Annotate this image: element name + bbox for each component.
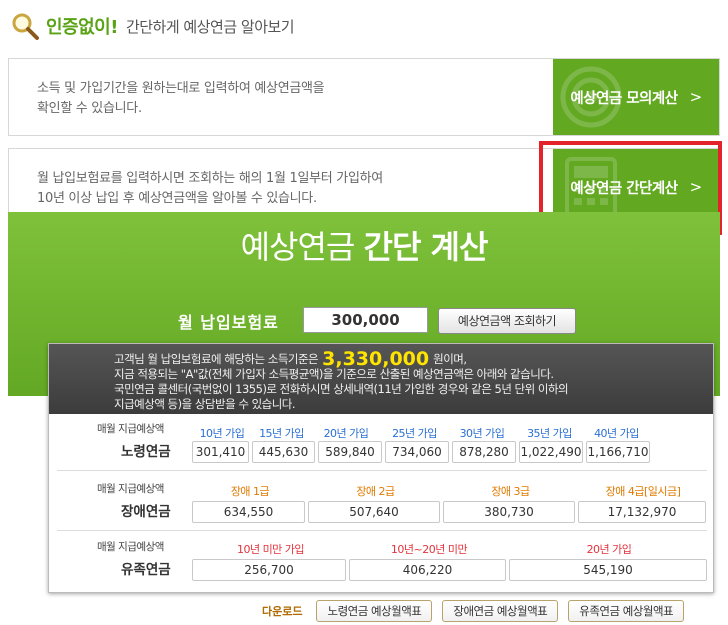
value-cell: 589,840 xyxy=(318,441,382,463)
notice-box: 고객님 월 납입보험료에 해당하는 소득기준은 3,330,000 원이며, 지금 … xyxy=(49,344,713,414)
value-cell: 1,022,490 xyxy=(519,441,583,463)
col-header: 장애 1급 xyxy=(230,485,270,498)
value-cell: 256,700 xyxy=(192,559,346,581)
value-cell: 406,220 xyxy=(349,559,506,581)
col-header: 40년 가입 xyxy=(594,427,639,440)
value-cell: 545,190 xyxy=(509,559,707,581)
col-header: 25년 가입 xyxy=(392,427,437,440)
option-description: 소득 및 가입기간을 원하는대로 입력하여 예상연금액을 확인할 수 있습니다. xyxy=(37,81,325,116)
value-cell: 380,730 xyxy=(443,501,575,523)
value-cell: 17,132,970 xyxy=(578,501,706,523)
value-cell: 1,166,710 xyxy=(586,441,650,463)
download-survivor-button[interactable]: 유족연금 예상월액표 xyxy=(568,600,685,622)
divider xyxy=(57,530,707,531)
magnifier-icon xyxy=(10,11,40,41)
download-bar: 다운로드 노령연금 예상월액표 장애연금 예상월액표 유족연금 예상월액표 xyxy=(262,600,694,622)
chevron-right-icon: > xyxy=(689,88,703,106)
option-description: 월 납입보험료를 입력하시면 조회하는 해의 1월 1일부터 가입하여 10년 … xyxy=(37,171,383,206)
query-button[interactable]: 예상연금액 조회하기 xyxy=(438,308,576,334)
page-header: 인증없이! 간단하게 예상연금 알아보기 xyxy=(10,8,295,44)
value-cell: 878,280 xyxy=(452,441,516,463)
col-header: 10년 가입 xyxy=(199,427,245,440)
download-old-age-button[interactable]: 노령연금 예상월액표 xyxy=(316,600,433,622)
target-icon xyxy=(560,66,622,128)
col-header: 20년 가입 xyxy=(323,427,369,440)
download-label: 다운로드 xyxy=(262,605,303,618)
page-subtitle: 간단하게 예상연금 알아보기 xyxy=(125,17,295,36)
col-header: 장애 3급 xyxy=(491,485,530,498)
col-header: 35년 가입 xyxy=(527,427,572,440)
calculator-icon xyxy=(565,157,617,217)
download-disability-button[interactable]: 장애연금 예상월액표 xyxy=(442,600,559,622)
divider xyxy=(57,470,707,471)
col-header: 장애 4급[일시금] xyxy=(605,485,681,498)
section-name: 노령연금 xyxy=(121,444,171,460)
col-header: 20년 가입 xyxy=(586,543,632,556)
section-name: 유족연금 xyxy=(121,562,171,578)
col-header: 10년 미만 가입 xyxy=(236,543,305,556)
result-panel: 고객님 월 납입보험료에 해당하는 소득기준은 3,330,000 원이며, 지금 … xyxy=(48,343,714,593)
value-cell: 634,550 xyxy=(192,501,305,523)
chevron-right-icon: > xyxy=(689,178,703,196)
col-header: 30년 가입 xyxy=(459,427,505,440)
col-header: 장애 2급 xyxy=(356,485,395,498)
value-cell: 445,630 xyxy=(252,441,315,463)
premium-label: 월 납입보험료 xyxy=(178,313,279,332)
mock-calc-button[interactable]: 예상연금 모의계산 > xyxy=(553,59,719,135)
section-name: 장애연금 xyxy=(121,504,171,520)
premium-input[interactable]: 300,000 xyxy=(303,307,428,333)
col-header: 15년 가입 xyxy=(259,427,304,440)
value-cell: 507,640 xyxy=(308,501,440,523)
page-title: 인증없이! xyxy=(46,17,118,38)
value-cell: 301,410 xyxy=(192,441,249,463)
option-mock-calc: 소득 및 가입기간을 원하는대로 입력하여 예상연금액을 확인할 수 있습니다.… xyxy=(8,58,720,136)
calc-title: 예상연금 간단 계산 xyxy=(240,228,489,266)
value-cell: 734,060 xyxy=(385,441,449,463)
col-header: 10년~20년 미만 xyxy=(390,543,468,556)
